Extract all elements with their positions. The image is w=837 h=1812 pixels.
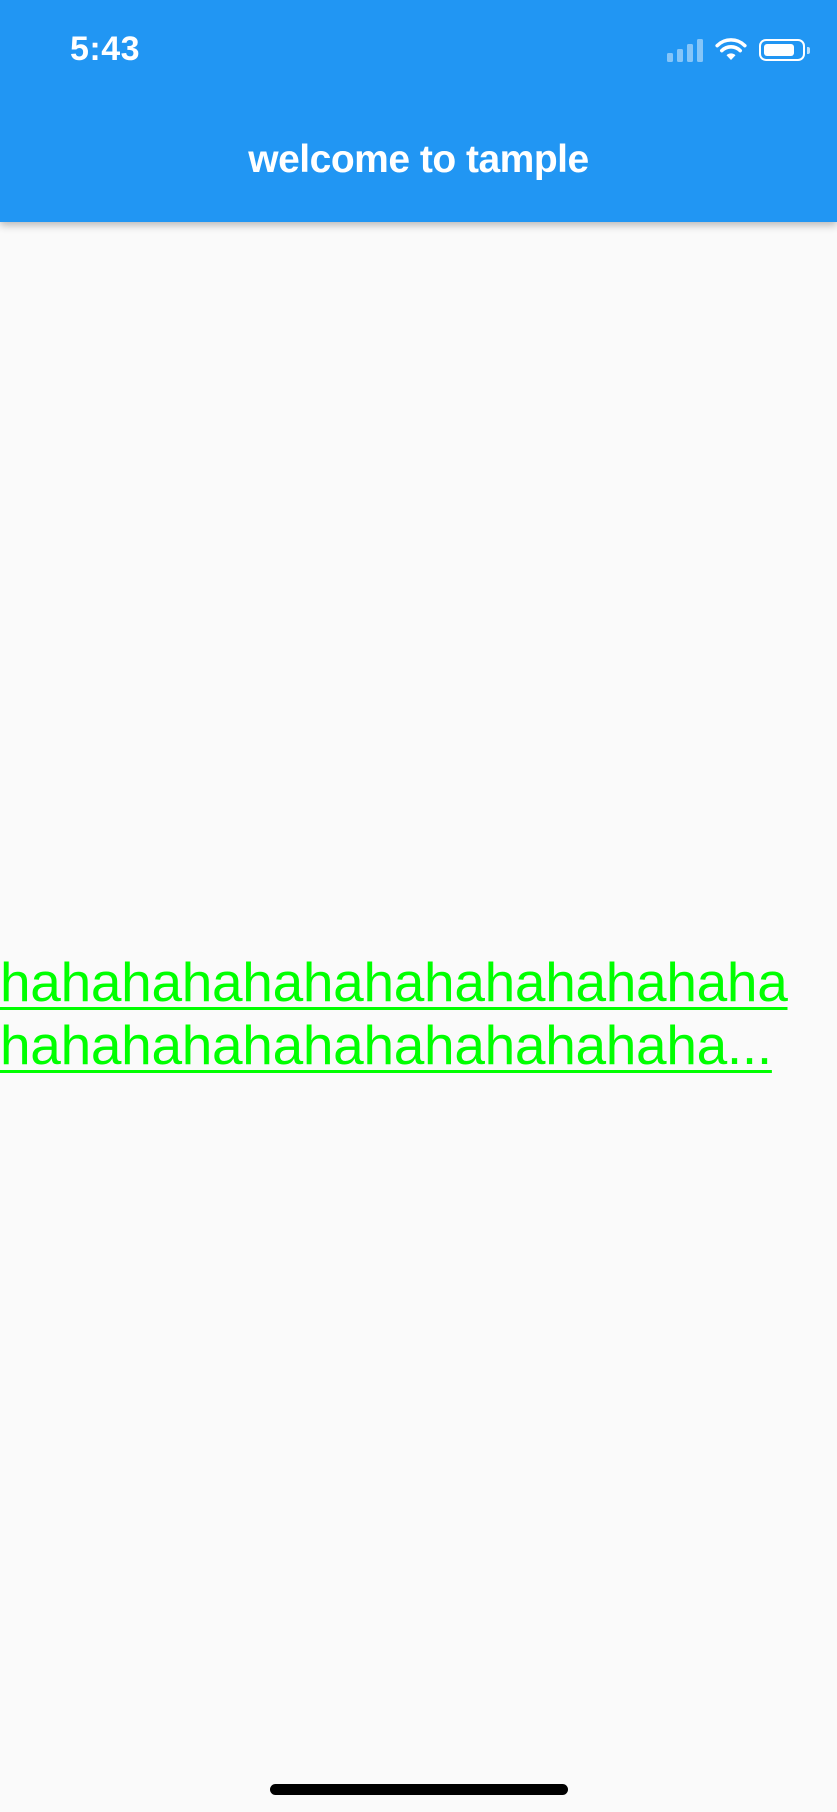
page-body: hahahahahahahahahahahahaha hahahahahahah…: [0, 222, 837, 1812]
text-line-2: hahahahahahahahahahahaha...: [0, 1014, 772, 1076]
cellular-signal-icon: [667, 38, 703, 62]
battery-icon: [759, 39, 810, 61]
app-bar: 5:43 welcome to tample: [0, 0, 837, 222]
app-bar-title: welcome to tample: [248, 138, 589, 181]
status-icons: [667, 38, 810, 62]
status-bar: 5:43: [0, 0, 837, 104]
text-block: hahahahahahahahahahahahaha hahahahahahah…: [0, 951, 837, 1077]
home-indicator[interactable]: [270, 1784, 568, 1795]
wifi-icon: [715, 38, 747, 60]
status-time: 5:43: [70, 30, 141, 68]
battery-level-fill: [764, 44, 794, 56]
text-line-1: hahahahahahahahahahahahaha: [0, 951, 788, 1013]
